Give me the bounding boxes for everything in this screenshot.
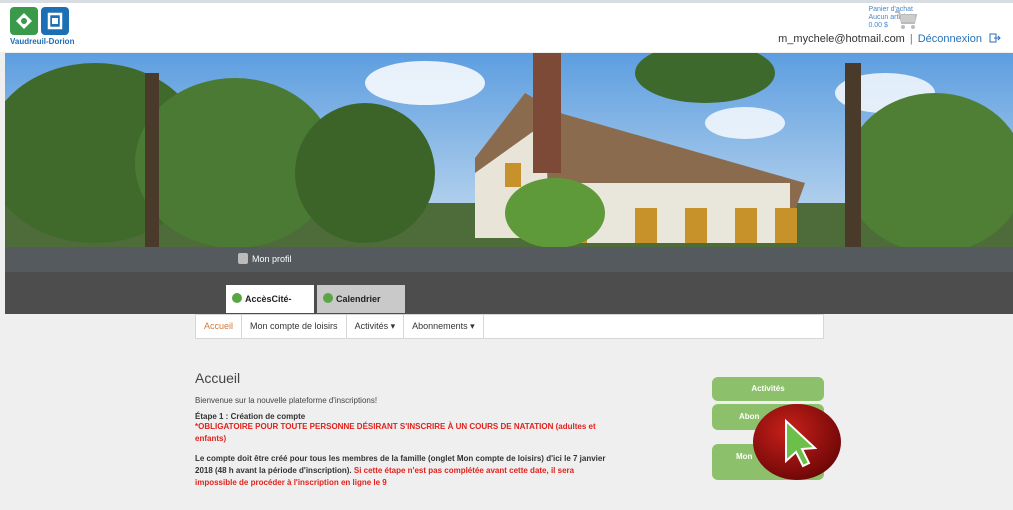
tab-home-icon [232,293,242,303]
tab-accescite-loisirs[interactable]: AccèsCité-Loisirs [226,285,314,332]
city-crest-icon [10,7,38,35]
profile-link[interactable]: Mon profil [238,253,292,264]
profile-icon [238,253,248,264]
cart-icon[interactable] [894,10,918,35]
subnav-accueil[interactable]: Accueil [196,315,243,338]
main-content: Accueil Bienvenue sur la nouvelle platef… [195,370,615,489]
browser-strip [0,0,1013,3]
separator: | [909,33,913,45]
subnav-activites[interactable]: Activités ▾ [347,315,405,338]
logout-link[interactable]: Déconnexion [918,33,982,45]
sub-navigation: Accueil Mon compte de loisirs Activités … [195,314,824,339]
intro-text: Bienvenue sur la nouvelle plateforme d'i… [195,396,378,405]
logout-icon[interactable] [989,33,1001,43]
cursor-icon [753,403,841,481]
subnav-abonnements[interactable]: Abonnements ▾ [404,315,484,338]
city-logo[interactable]: Vaudreuil-Dorion [10,7,78,47]
profile-label: Mon profil [252,254,292,264]
account-paragraph: Le compte doit être créé pour tous les m… [195,453,615,489]
activites-button[interactable]: Activités [712,377,824,401]
tab-label: Calendrier [336,294,381,304]
page-title: Accueil [195,370,241,386]
logo-text: Vaudreuil-Dorion [10,37,75,46]
top-header: Vaudreuil-Dorion Panier d'achat Aucun ar… [0,0,1013,52]
user-line: m_mychele@hotmail.com | Déconnexion [778,33,1001,45]
hero-banner-image [5,53,1013,247]
user-email: m_mychele@hotmail.com [778,33,905,45]
profile-bar: Mon profil [5,247,1013,272]
step-heading: Étape 1 : Création de compte [195,412,306,421]
tabs-bar [5,272,1013,314]
city-emblem-icon [41,7,69,35]
tab-calendrier[interactable]: Calendrier [317,285,405,313]
mandatory-notice: *OBLIGATOIRE POUR TOUTE PERSONNE DÉSIRAN… [195,422,596,443]
tab-home-icon [323,293,333,303]
subnav-mon-compte[interactable]: Mon compte de loisirs [242,315,347,338]
